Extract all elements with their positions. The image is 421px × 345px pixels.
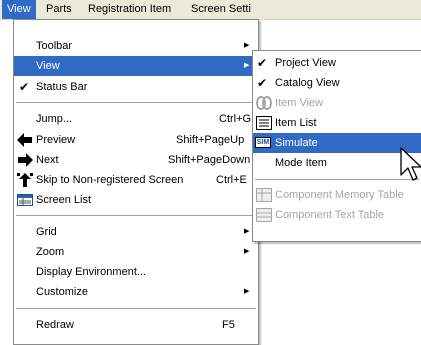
menu-item-label: Grid: [36, 226, 57, 238]
menu-bar: View Parts Registration Item Screen Sett…: [0, 0, 421, 20]
submenu-item-catalog-view[interactable]: ✔ Catalog View: [253, 73, 421, 93]
menu-item-label: Mode Item: [275, 157, 327, 169]
submenu-item-component-text-table[interactable]: Component Text Table: [253, 205, 421, 225]
menubar-screen-settings[interactable]: Screen Setti: [186, 0, 256, 19]
menu-item-label: Project View: [275, 57, 336, 69]
menu-item-toolbar[interactable]: Toolbar ▶: [14, 36, 258, 56]
submenu-item-item-view[interactable]: Item View: [253, 93, 421, 113]
submenu-item-item-list[interactable]: Item List: [253, 113, 421, 133]
submenu-arrow-icon: ▶: [244, 248, 250, 255]
text-table-icon: [256, 208, 272, 222]
submenu-item-component-memory-table[interactable]: Component Memory Table: [253, 185, 421, 205]
menubar-parts[interactable]: Parts: [41, 0, 77, 19]
separator: [16, 308, 256, 309]
menu-item-shortcut: Ctrl+G: [219, 113, 252, 125]
submenu-arrow-icon: ▶: [244, 288, 250, 295]
item-view-icon: [256, 96, 272, 110]
menu-item-preview[interactable]: Preview Shift+PageUp: [14, 130, 258, 150]
menu-item-label: Jump...: [36, 113, 73, 125]
menu-item-jump[interactable]: Jump... Ctrl+G: [14, 109, 258, 129]
menu-item-label: Component Text Table: [275, 209, 385, 221]
menu-item-grid[interactable]: Grid ▶: [14, 222, 258, 242]
menu-item-customize[interactable]: Customize ▶: [14, 282, 258, 302]
menu-item-label: Item View: [275, 97, 324, 109]
menu-item-view[interactable]: View ▶: [14, 56, 258, 76]
mouse-cursor-icon: [400, 147, 421, 185]
submenu-arrow-icon: ▶: [244, 62, 250, 69]
view-menu: Toolbar ▶ View ▶ ✔ Status Bar Jump... Ct…: [13, 19, 259, 345]
arrow-left-icon: [17, 133, 32, 147]
menu-item-label: Component Memory Table: [275, 189, 404, 201]
menu-item-shortcut: Shift+PageUp: [176, 134, 245, 146]
check-icon: ✔: [19, 80, 30, 94]
menu-item-shortcut: Shift+PageDown: [168, 154, 251, 166]
menu-item-display-environment[interactable]: Display Environment...: [14, 262, 258, 282]
separator: [16, 102, 256, 103]
simulate-icon: SIM: [255, 137, 271, 148]
menu-item-shortcut: Ctrl+E: [216, 174, 247, 186]
menu-item-label: Preview: [36, 134, 76, 146]
submenu-arrow-icon: ▶: [244, 228, 250, 235]
check-icon: ✔: [257, 76, 268, 90]
menu-item-label: Catalog View: [275, 77, 340, 89]
menubar-view[interactable]: View: [2, 0, 36, 19]
item-list-icon: [256, 116, 272, 130]
menu-item-shortcut: F5: [222, 319, 235, 331]
submenu-item-mode-item[interactable]: Mode Item: [253, 153, 421, 173]
separator: [255, 179, 419, 180]
memory-table-icon: [256, 188, 272, 202]
check-icon: ✔: [257, 56, 268, 70]
menu-item-status-bar[interactable]: ✔ Status Bar: [14, 77, 258, 97]
menu-item-label: Status Bar: [36, 81, 88, 93]
menu-item-redraw[interactable]: Redraw F5: [14, 315, 258, 335]
menu-item-label: Item List: [275, 117, 317, 129]
separator: [16, 215, 256, 216]
menu-item-label: Zoom: [36, 246, 65, 258]
menu-item-label: Simulate: [275, 137, 318, 149]
menu-item-label: Skip to Non-registered Screen: [36, 174, 184, 186]
menu-item-label: Display Environment...: [36, 266, 147, 278]
menu-item-zoom[interactable]: Zoom ▶: [14, 242, 258, 262]
menu-item-next[interactable]: Next Shift+PageDown: [14, 150, 258, 170]
arrow-right-icon: [17, 153, 33, 167]
menu-item-label: View: [36, 60, 60, 72]
menu-item-label: Redraw: [36, 319, 74, 331]
menu-item-label: Screen List: [36, 194, 92, 206]
menu-item-label: Next: [36, 154, 59, 166]
menu-item-label: Toolbar: [36, 40, 73, 52]
skip-icon: [17, 173, 33, 187]
menu-item-screen-list[interactable]: Screen List: [14, 190, 258, 210]
submenu-arrow-icon: ▶: [244, 42, 250, 49]
menubar-registration-item[interactable]: Registration Item: [83, 0, 176, 19]
menu-item-skip-non-registered[interactable]: Skip to Non-registered Screen Ctrl+E: [14, 170, 258, 190]
submenu-item-simulate[interactable]: SIM Simulate: [253, 133, 421, 153]
screen-list-icon: [17, 193, 33, 207]
submenu-item-project-view[interactable]: ✔ Project View: [253, 53, 421, 73]
menu-item-label: Customize: [36, 286, 88, 298]
view-submenu: ✔ Project View ✔ Catalog View Item View …: [252, 50, 421, 242]
